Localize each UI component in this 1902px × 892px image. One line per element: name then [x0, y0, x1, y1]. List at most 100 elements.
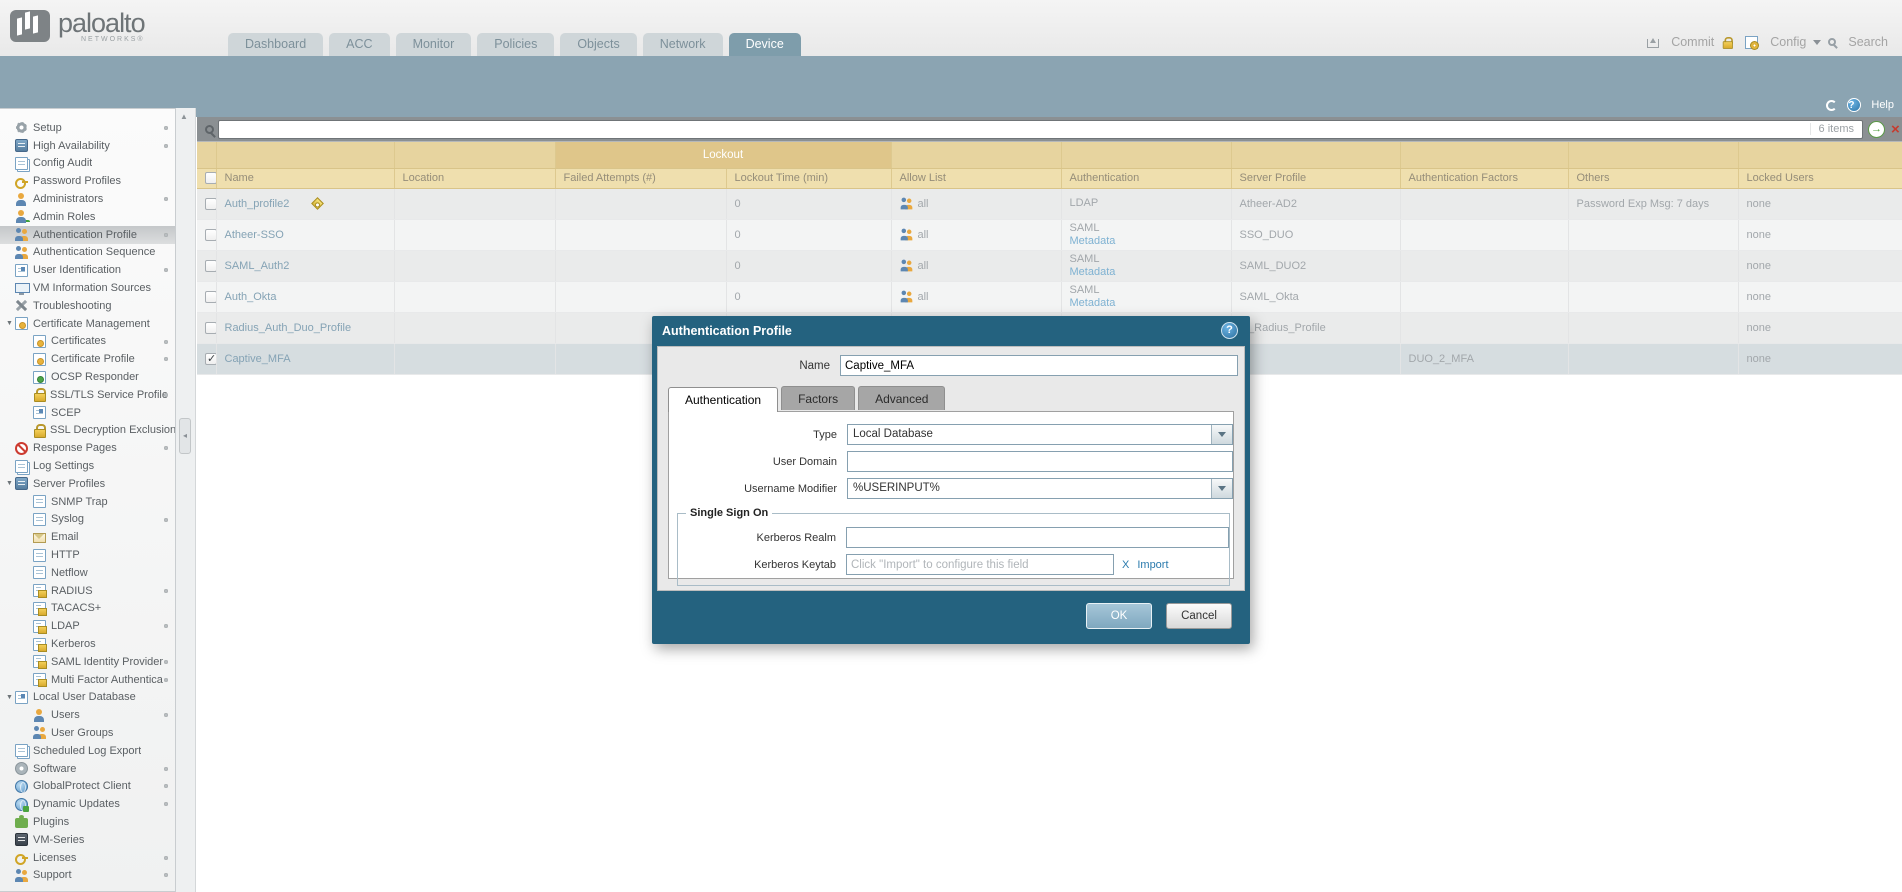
nav-tab[interactable]: Dashboard [228, 33, 323, 56]
expand-arrow-icon[interactable]: ▼ [6, 694, 15, 701]
row-checkbox[interactable] [205, 229, 216, 241]
sidebar-item[interactable]: Config Audit [0, 155, 175, 173]
sidebar-item[interactable]: ▼ Certificate Management [0, 315, 175, 333]
menu-dot-icon[interactable] [164, 340, 168, 344]
dialog-titlebar[interactable]: Authentication Profile ? [652, 316, 1250, 346]
metadata-link[interactable]: Metadata [1070, 235, 1223, 247]
menu-dot-icon[interactable] [164, 357, 168, 361]
menu-dot-icon[interactable] [164, 784, 168, 788]
metadata-link[interactable]: Metadata [1070, 266, 1223, 278]
col-server-profile[interactable]: Server Profile [1231, 168, 1400, 188]
sidebar-item[interactable]: High Availability [0, 137, 175, 155]
user-domain-input[interactable] [847, 451, 1233, 472]
sidebar-item[interactable]: Administrators [0, 190, 175, 208]
expand-arrow-icon[interactable]: ▼ [6, 480, 15, 487]
sidebar-item[interactable]: Plugins [0, 813, 175, 831]
sidebar-item[interactable]: HTTP [0, 546, 175, 564]
menu-dot-icon[interactable] [164, 767, 168, 771]
nav-tab[interactable]: Monitor [396, 33, 472, 56]
profile-name-link[interactable]: Captive_MFA [225, 353, 291, 365]
menu-dot-icon[interactable] [164, 446, 168, 450]
row-checkbox[interactable] [205, 291, 216, 303]
sidebar-item[interactable]: Syslog [0, 511, 175, 529]
sidebar-item[interactable]: Kerberos [0, 635, 175, 653]
nav-tab[interactable]: Network [643, 33, 723, 56]
type-select[interactable]: Local Database [847, 424, 1233, 445]
nav-tab[interactable]: Policies [477, 33, 554, 56]
select-all-checkbox[interactable] [205, 172, 216, 184]
menu-dot-icon[interactable] [164, 678, 168, 682]
nav-tab[interactable]: Device [729, 33, 801, 56]
menu-dot-icon[interactable] [164, 856, 168, 860]
sidebar-item[interactable]: SAML Identity Provider [0, 653, 175, 671]
sidebar-item[interactable]: ▼ Local User Database [0, 689, 175, 707]
sidebar-item[interactable]: Licenses [0, 849, 175, 867]
profile-name-link[interactable]: SAML_Auth2 [225, 260, 290, 272]
sidebar-item[interactable]: SCEP [0, 404, 175, 422]
menu-dot-icon[interactable] [164, 197, 168, 201]
table-row[interactable]: Auth_profile2 0 all LDAP Atheer-AD2 Pass… [197, 188, 1902, 219]
sidebar-item[interactable]: Authentication Profile [0, 226, 175, 244]
nav-tab[interactable]: ACC [329, 33, 389, 56]
sidebar-collapse-handle[interactable]: ◂ [179, 418, 191, 454]
apply-filter-button[interactable]: → [1868, 121, 1885, 138]
table-row[interactable]: Atheer-SSO 0 all SAMLMetadata SSO_DUO no… [197, 219, 1902, 250]
search-button[interactable]: Search [1848, 35, 1888, 49]
sidebar-item[interactable]: Netflow [0, 564, 175, 582]
sidebar-item[interactable]: User Identification [0, 261, 175, 279]
keytab-clear-link[interactable]: X [1122, 559, 1129, 571]
keytab-import-link[interactable]: Import [1137, 559, 1168, 571]
kerberos-realm-input[interactable] [846, 527, 1229, 548]
sidebar-item[interactable]: VM Information Sources [0, 279, 175, 297]
menu-dot-icon[interactable] [164, 268, 168, 272]
table-row[interactable]: SAML_Auth2 0 all SAMLMetadata SAML_DUO2 … [197, 250, 1902, 281]
menu-dot-icon[interactable] [164, 393, 168, 397]
sidebar-item[interactable]: Certificates [0, 333, 175, 351]
dialog-help-icon[interactable]: ? [1221, 322, 1238, 339]
ok-button[interactable]: OK [1086, 603, 1152, 629]
help-label[interactable]: Help [1871, 99, 1894, 111]
sidebar-item[interactable]: SSL/TLS Service Profile [0, 386, 175, 404]
name-input[interactable] [840, 355, 1238, 376]
sidebar-item[interactable]: Authentication Sequence [0, 244, 175, 262]
col-name[interactable]: Name [216, 168, 394, 188]
username-modifier-dropdown-button[interactable] [1211, 479, 1232, 498]
menu-dot-icon[interactable] [164, 624, 168, 628]
sidebar-item[interactable]: Scheduled Log Export [0, 742, 175, 760]
sidebar-item[interactable]: SNMP Trap [0, 493, 175, 511]
sidebar-item[interactable]: SSL Decryption Exclusion [0, 422, 175, 440]
username-modifier-select[interactable]: %USERINPUT% [847, 478, 1233, 499]
sidebar-item[interactable]: LDAP [0, 617, 175, 635]
menu-dot-icon[interactable] [164, 873, 168, 877]
dialog-tab[interactable]: Authentication [668, 387, 778, 412]
col-location[interactable]: Location [394, 168, 555, 188]
col-authentication[interactable]: Authentication [1061, 168, 1231, 188]
sidebar-item[interactable]: RADIUS [0, 582, 175, 600]
menu-dot-icon[interactable] [164, 126, 168, 130]
sidebar-item[interactable]: Admin Roles [0, 208, 175, 226]
dialog-tab[interactable]: Factors [781, 386, 855, 410]
col-auth-factors[interactable]: Authentication Factors [1400, 168, 1568, 188]
sidebar-scrollbar[interactable]: ▲ ◂ [176, 108, 196, 892]
clear-filter-button[interactable]: × [1891, 122, 1900, 137]
expand-arrow-icon[interactable]: ▼ [6, 320, 15, 327]
sidebar-item[interactable]: Dynamic Updates [0, 795, 175, 813]
menu-dot-icon[interactable] [164, 660, 168, 664]
table-row[interactable]: Auth_Okta 0 all SAMLMetadata SAML_Okta n… [197, 281, 1902, 312]
menu-dot-icon[interactable] [164, 713, 168, 717]
menu-dot-icon[interactable] [164, 589, 168, 593]
type-dropdown-button[interactable] [1211, 425, 1232, 444]
sidebar-item[interactable]: TACACS+ [0, 600, 175, 618]
scroll-up-icon[interactable]: ▲ [180, 112, 188, 121]
profile-name-link[interactable]: Atheer-SSO [225, 229, 284, 241]
sidebar-item[interactable]: Password Profiles [0, 172, 175, 190]
row-checkbox[interactable] [205, 198, 216, 210]
menu-dot-icon[interactable] [164, 144, 168, 148]
sidebar-item[interactable]: Support [0, 866, 175, 884]
profile-name-link[interactable]: Auth_profile2 [225, 198, 290, 210]
row-checkbox[interactable] [205, 260, 216, 272]
col-locked-users[interactable]: Locked Users [1738, 168, 1902, 188]
dialog-tab[interactable]: Advanced [858, 386, 945, 410]
col-failed-attempts[interactable]: Failed Attempts (#) [555, 168, 726, 188]
sidebar-item[interactable]: User Groups [0, 724, 175, 742]
